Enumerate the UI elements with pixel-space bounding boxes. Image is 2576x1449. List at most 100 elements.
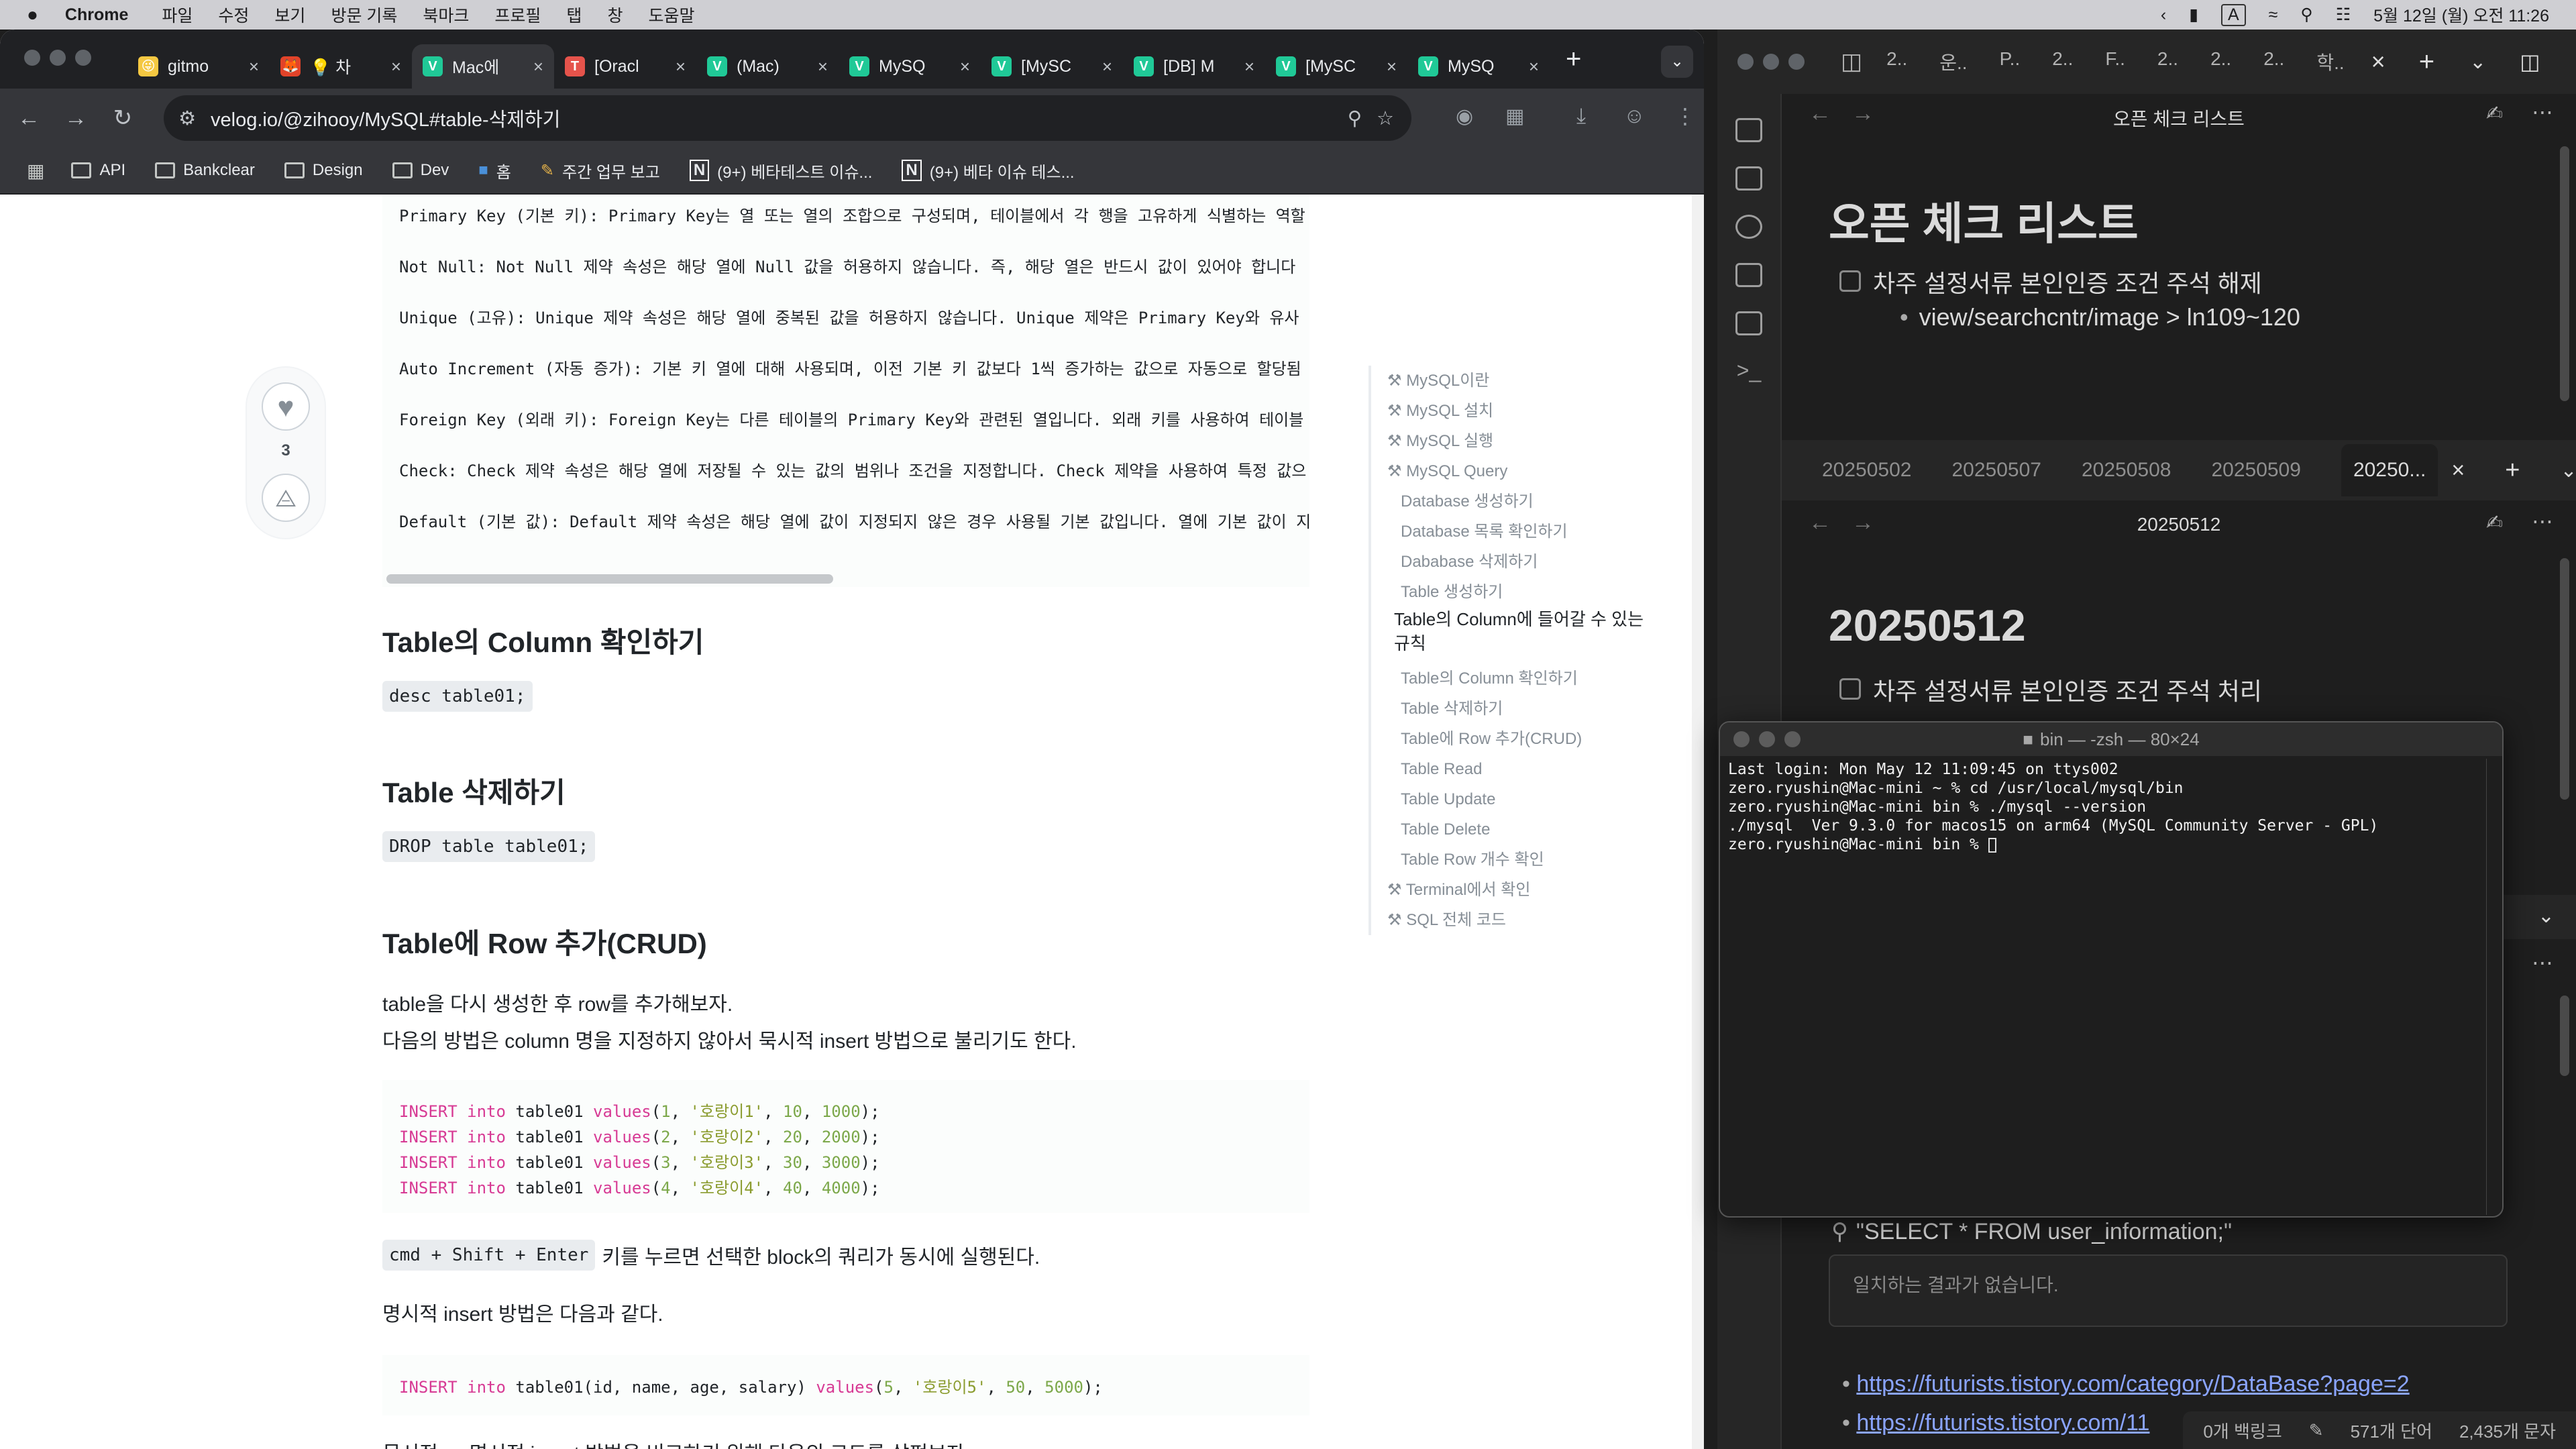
tab-close-icon[interactable]: × xyxy=(960,56,970,77)
more-options-icon[interactable]: ⋯ xyxy=(2532,99,2553,125)
toc-item[interactable]: Table의 Column에 들어갈 수 있는 규칙 xyxy=(1387,607,1664,663)
notes-scrollbar-bottom[interactable] xyxy=(2560,996,2569,1076)
toc-item[interactable]: ⚒ MySQL이란 xyxy=(1387,366,1664,396)
terminal-icon[interactable]: >_ xyxy=(1717,358,1780,383)
tab-close-icon[interactable]: × xyxy=(1244,56,1254,77)
window-zoom-button[interactable] xyxy=(1784,731,1801,747)
toc-item[interactable]: Table 생성하기 xyxy=(1387,577,1664,607)
tab-close-icon[interactable]: × xyxy=(249,56,259,77)
notes-tab[interactable]: 학.. xyxy=(2316,48,2344,75)
close-tab-icon[interactable]: × xyxy=(2371,48,2385,76)
apps-grid-icon[interactable]: ▦ xyxy=(27,160,44,182)
pane1-task-checkbox[interactable] xyxy=(1839,270,1861,292)
horizontal-scrollbar[interactable] xyxy=(386,574,833,584)
notes-tab[interactable]: F.. xyxy=(2105,48,2125,75)
calendar-icon[interactable] xyxy=(1735,166,1762,191)
notes-tab[interactable]: P.. xyxy=(2000,48,2021,75)
toc-item[interactable]: Table Read xyxy=(1387,754,1664,784)
chevron-left-icon[interactable]: ‹ xyxy=(2161,5,2166,25)
toc-item[interactable]: ⚒ MySQL 설치 xyxy=(1387,396,1664,426)
browser-tab[interactable]: 😜 gitmo × xyxy=(127,44,270,89)
bookmark-folder-dev[interactable]: Dev xyxy=(392,161,449,180)
menu-window[interactable]: 창 xyxy=(607,3,623,27)
bookmark-folder-api[interactable]: API xyxy=(71,161,125,180)
new-date-tab-button[interactable]: + xyxy=(2505,456,2520,485)
toc-item[interactable]: Table 삭제하기 xyxy=(1387,694,1664,724)
more-options-icon[interactable]: ⋯ xyxy=(2532,950,2553,975)
new-tab-button[interactable]: + xyxy=(1566,44,1581,74)
menu-file[interactable]: 파일 xyxy=(162,3,193,27)
bookmark-beta-issue-test[interactable]: N (9+) 베타 이슈 테스... xyxy=(902,159,1075,182)
window-close-button[interactable] xyxy=(1733,731,1750,747)
templates-icon[interactable] xyxy=(1735,311,1762,335)
terminal-titlebar[interactable]: ■ bin — -zsh — 80×24 xyxy=(1720,722,2502,756)
battery-icon[interactable]: ▮ xyxy=(2189,5,2198,25)
date-tab-chevron-icon[interactable]: ⌄ xyxy=(2560,459,2576,482)
browser-tab[interactable]: T [Oracl × xyxy=(554,44,696,89)
terminal-scrollbar[interactable] xyxy=(2486,759,2498,1215)
share-icon[interactable]: ⨺ xyxy=(262,474,310,522)
reload-button[interactable]: ↻ xyxy=(99,105,146,131)
toc-item[interactable]: Table Update xyxy=(1387,784,1664,814)
notes-scrollbar-middle[interactable] xyxy=(2560,558,2569,800)
backlinks-count[interactable]: 0개 백링크 xyxy=(2203,1418,2282,1443)
window-close-button[interactable] xyxy=(24,49,40,66)
terminal-output[interactable]: Last login: Mon May 12 11:09:45 on ttys0… xyxy=(1720,756,2502,854)
menu-edit[interactable]: 수정 xyxy=(218,3,249,27)
site-info-icon[interactable]: ⚙ xyxy=(178,107,196,130)
link-futurists-category[interactable]: https://futurists.tistory.com/category/D… xyxy=(1856,1371,2409,1397)
edit-pencil-icon[interactable]: ✎ xyxy=(2309,1420,2324,1441)
pane2-task-checkbox[interactable] xyxy=(1839,678,1861,700)
browser-tab[interactable]: 🦊 💡 차 × xyxy=(270,44,412,89)
bookmark-beta-test-issues[interactable]: N (9+) 베타테스트 이슈... xyxy=(689,159,872,182)
notes-tab[interactable]: 2.. xyxy=(2157,48,2178,75)
notes-tab[interactable]: 2.. xyxy=(2052,48,2073,75)
back-button[interactable]: ← xyxy=(5,105,52,131)
input-mode-icon[interactable]: A xyxy=(2220,3,2246,26)
browser-tab[interactable]: V [DB] M × xyxy=(1123,44,1265,89)
download-icon[interactable]: ⤓ xyxy=(1576,103,1586,129)
browser-tab[interactable]: V MySQ × xyxy=(839,44,981,89)
link-futurists-11[interactable]: https://futurists.tistory.com/11 xyxy=(1856,1410,2149,1436)
tab-close-icon[interactable]: × xyxy=(1387,56,1397,77)
zoom-icon[interactable]: ⚲ xyxy=(1348,107,1362,130)
browser-menu-icon[interactable]: ⋮ xyxy=(1674,103,1696,129)
bookmark-folder-design[interactable]: Design xyxy=(284,161,363,180)
menubar-clock[interactable]: 5월 12일 (월) 오전 11:26 xyxy=(2373,3,2549,27)
bookmark-weekly-report[interactable]: ✎ 주간 업무 보고 xyxy=(541,159,660,182)
page-scrollbar[interactable] xyxy=(1692,195,1704,1449)
browser-tab[interactable]: V (Mac) × xyxy=(696,44,839,89)
bookmark-folder-bankclear[interactable]: Bankclear xyxy=(155,161,255,180)
toc-item[interactable]: Table의 Column 확인하기 xyxy=(1387,663,1664,694)
browser-tab[interactable]: V Mac에 × xyxy=(412,44,554,89)
bookmark-star-icon[interactable]: ☆ xyxy=(1377,107,1394,130)
forward-button[interactable]: → xyxy=(52,105,99,131)
menu-view[interactable]: 보기 xyxy=(274,3,305,27)
browser-tab[interactable]: V [MySC × xyxy=(981,44,1123,89)
menu-profile[interactable]: 프로필 xyxy=(494,3,541,27)
toc-item[interactable]: Table Row 개수 확인 xyxy=(1387,845,1664,875)
window-minimize-button[interactable] xyxy=(1763,54,1779,70)
terminal-window[interactable]: ■ bin — -zsh — 80×24 Last login: Mon May … xyxy=(1719,721,2504,1218)
tab-close-icon[interactable]: × xyxy=(1102,56,1112,77)
notes-tab[interactable]: 2.. xyxy=(2263,48,2284,75)
window-minimize-button[interactable] xyxy=(50,49,66,66)
toc-item[interactable]: ⚒ Terminal에서 확인 xyxy=(1387,875,1664,905)
sidebar-toggle-icon[interactable]: ◫ xyxy=(1841,48,1862,75)
tab-close-icon[interactable]: × xyxy=(1529,56,1539,77)
window-close-button[interactable] xyxy=(1737,54,1754,70)
menu-history[interactable]: 방문 기록 xyxy=(331,3,397,27)
notes-tab[interactable]: 2.. xyxy=(2210,48,2231,75)
window-zoom-button[interactable] xyxy=(75,49,91,66)
menu-tab[interactable]: 탭 xyxy=(566,3,582,27)
date-tab-20250507[interactable]: 20250507 xyxy=(1951,459,2041,482)
date-tab-20250512[interactable]: 20250... xyxy=(2341,444,2438,496)
notes-tab[interactable]: 2.. xyxy=(1886,48,1907,75)
control-center-icon[interactable]: ☷ xyxy=(2336,5,2351,25)
browser-tab[interactable]: V [MySC × xyxy=(1265,44,1407,89)
toc-item[interactable]: Table Delete xyxy=(1387,814,1664,845)
notes-scrollbar-top[interactable] xyxy=(2560,146,2569,401)
tab-close-icon[interactable]: × xyxy=(676,56,686,77)
pane-chevron-icon[interactable]: ⌄ xyxy=(2538,904,2555,928)
window-minimize-button[interactable] xyxy=(1759,731,1775,747)
